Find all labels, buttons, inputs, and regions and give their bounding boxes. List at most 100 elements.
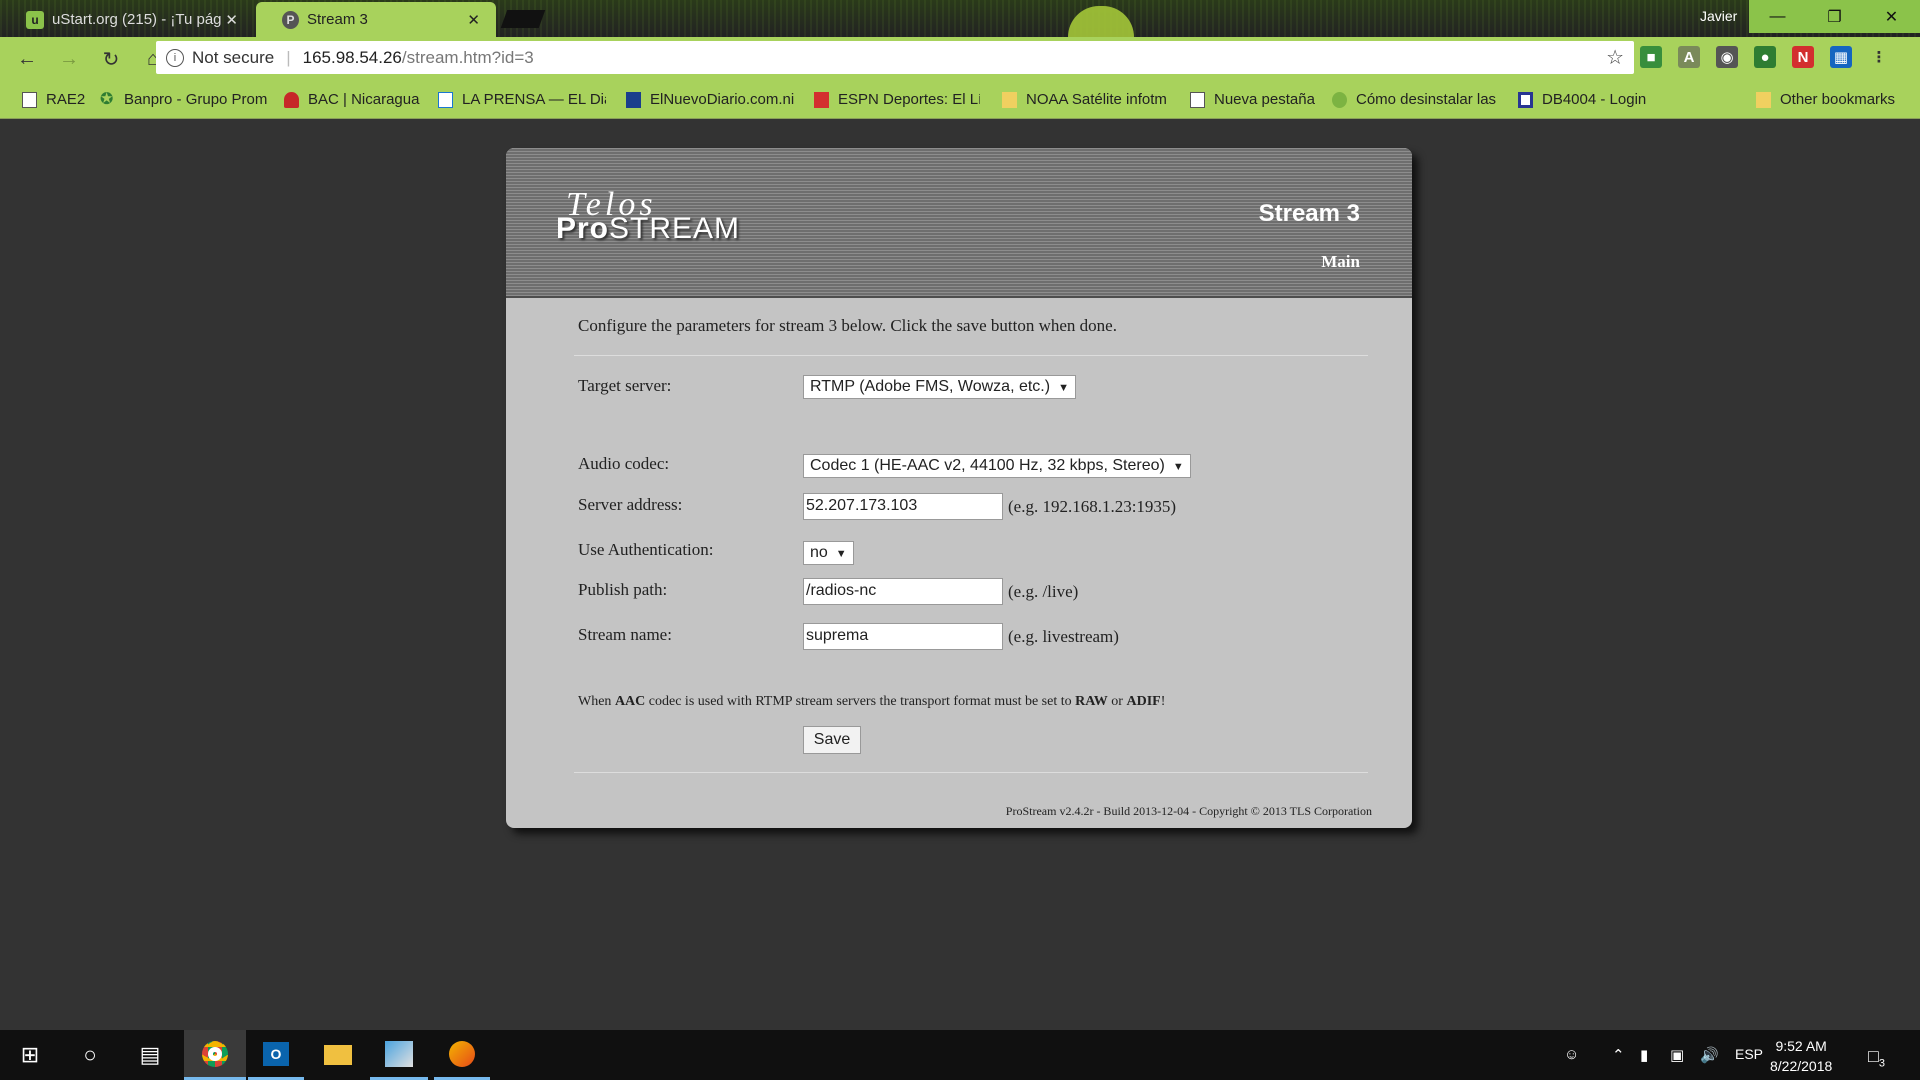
bookmark-bac[interactable]: BAC | Nicaragua <box>284 91 422 108</box>
note-bold: AAC <box>614 694 646 709</box>
bookmark-elnuevodiario[interactable]: ElNuevoDiario.com.ni <box>626 91 798 108</box>
edge-logo <box>449 1040 475 1067</box>
bookmark-label: ESPN Deportes: El Líd <box>838 91 980 108</box>
app-taskbar-icon[interactable] <box>370 1030 428 1080</box>
outlook-logo: O <box>263 1041 289 1066</box>
network-icon[interactable]: ▣ <box>1670 1046 1684 1064</box>
restore-button[interactable]: ❐ <box>1806 0 1863 33</box>
show-hidden-icons-icon[interactable]: ⌃ <box>1612 1046 1625 1064</box>
audio-codec-select[interactable]: Codec 1 (HE-AAC v2, 44100 Hz, 32 kbps, S… <box>803 454 1191 478</box>
edge-taskbar-icon[interactable] <box>434 1030 490 1080</box>
use-authentication-label: Use Authentication: <box>578 540 714 559</box>
divider <box>574 355 1368 356</box>
bookmark-db4004[interactable]: DB4004 - Login <box>1518 91 1668 108</box>
page-icon <box>22 91 37 108</box>
chrome-logo <box>202 1040 228 1067</box>
note-text: codec is used with RTMP stream servers t… <box>645 694 1076 709</box>
header-banner: Telos ProSTREAM Stream 3 Main <box>506 148 1412 298</box>
divider <box>574 772 1368 773</box>
security-status: Not secure <box>192 47 275 67</box>
app-icon <box>385 1040 413 1067</box>
page-title: Stream 3 <box>1258 200 1360 227</box>
stream-name-label: Stream name: <box>578 625 672 644</box>
menu-icon[interactable]: ⋮ <box>1868 46 1890 68</box>
note-text: ! <box>1160 694 1166 709</box>
bookmark-noaa[interactable]: NOAA Satélite infotm <box>1002 91 1172 108</box>
tab-title: Stream 3 <box>306 11 368 28</box>
banpro-icon: ✪ <box>100 91 114 108</box>
la-prensa-icon <box>438 91 453 108</box>
back-icon[interactable]: ← <box>12 48 42 71</box>
divider: | <box>286 47 291 67</box>
prostream-panel: Telos ProSTREAM Stream 3 Main Configure … <box>506 148 1412 828</box>
extension-icon[interactable]: A <box>1678 46 1700 68</box>
info-icon[interactable]: i <box>166 48 184 67</box>
bookmark-banpro[interactable]: ✪ Banpro - Grupo Prom <box>100 91 268 108</box>
page-content: Telos ProSTREAM Stream 3 Main Configure … <box>0 120 1920 1030</box>
bookmark-label: NOAA Satélite infotm <box>1026 91 1167 108</box>
bookmark-espn[interactable]: ESPN Deportes: El Líd <box>814 91 980 108</box>
dropdown-arrow-icon: ▼ <box>1172 461 1184 473</box>
tab-stream-3[interactable]: P Stream 3 ✕ <box>256 2 496 37</box>
extension-icon[interactable]: ◉ <box>1716 46 1738 68</box>
file-explorer-icon[interactable] <box>310 1030 366 1080</box>
extension-icon[interactable]: ■ <box>1640 46 1662 68</box>
footer-copyright: ProStream v2.4.2r - Build 2013-12-04 - C… <box>1005 804 1372 818</box>
battery-icon[interactable]: ▮ <box>1640 1046 1648 1064</box>
server-address-input[interactable]: 52.207.173.103 <box>803 493 1003 520</box>
chrome-taskbar-icon[interactable] <box>184 1030 246 1080</box>
tab-ustart[interactable]: u uStart.org (215) - ¡Tu pág ✕ <box>0 2 254 37</box>
bookmark-other[interactable]: Other bookmarks <box>1756 91 1916 108</box>
ustart-favicon-icon: u <box>26 10 44 29</box>
extensions: ■ A ◉ ● N ▦ ⋮ <box>1640 46 1890 68</box>
bookmark-label: BAC | Nicaragua <box>308 91 420 108</box>
db4004-icon <box>1518 91 1533 108</box>
notifications-icon[interactable]: □3 <box>1868 1046 1885 1070</box>
bookmark-la-prensa[interactable]: LA PRENSA — EL Dia <box>438 91 606 108</box>
dropdown-arrow-icon: ▼ <box>1058 382 1069 394</box>
tab-strip: u uStart.org (215) - ¡Tu pág ✕ P Stream … <box>0 0 1920 37</box>
clock[interactable]: 9:52 AM 8/22/2018 <box>1770 1036 1832 1076</box>
reload-icon[interactable]: ↻ <box>96 47 126 72</box>
close-tab-icon[interactable]: ✕ <box>225 11 238 29</box>
task-view-icon[interactable]: ▤ <box>122 1030 178 1080</box>
stream-name-input[interactable]: suprema <box>803 623 1003 650</box>
minimize-button[interactable]: — <box>1749 0 1806 33</box>
use-authentication-select[interactable]: no ▼ <box>803 541 854 565</box>
clock-time: 9:52 AM <box>1775 1038 1827 1054</box>
volume-icon[interactable]: 🔊 <box>1700 1046 1719 1064</box>
main-link[interactable]: Main <box>1321 252 1360 272</box>
bookmark-rae2[interactable]: RAE2 <box>22 91 88 108</box>
close-tab-icon[interactable]: ✕ <box>467 11 480 29</box>
folder-icon <box>324 1045 352 1065</box>
bookmark-star-icon[interactable]: ☆ <box>1606 45 1624 70</box>
windows-start-icon[interactable]: ⊞ <box>2 1030 58 1080</box>
publish-path-input[interactable]: /radios-nc <box>803 578 1003 605</box>
address-bar[interactable]: i Not secure | 165.98.54.26 /stream.htm?… <box>156 41 1634 74</box>
target-server-label: Target server: <box>578 376 672 395</box>
server-address-hint: (e.g. 192.168.1.23:1935) <box>1008 497 1177 516</box>
search-icon[interactable]: ○ <box>62 1030 118 1080</box>
bookmark-label: ElNuevoDiario.com.ni <box>650 91 795 108</box>
extension-icon[interactable]: ● <box>1754 46 1776 68</box>
dropdown-arrow-icon: ▼ <box>835 548 847 560</box>
outlook-taskbar-icon[interactable]: O <box>248 1030 304 1080</box>
forward-icon[interactable]: → <box>54 48 84 71</box>
bookmarks-bar: RAE2 ✪ Banpro - Grupo Prom BAC | Nicaragu… <box>0 82 1920 119</box>
profile-name[interactable]: Javier <box>1700 8 1737 24</box>
logo-prostream: ProSTREAM <box>556 212 740 246</box>
extension-icon[interactable]: N <box>1792 46 1814 68</box>
elnuevodiario-icon <box>626 91 641 108</box>
browser-toolbar: ← → ↻ ⌂ i Not secure | 165.98.54.26 /str… <box>0 37 1920 82</box>
select-value: no <box>810 544 828 561</box>
bookmark-label: Banpro - Grupo Prom <box>124 91 268 108</box>
close-window-button[interactable]: ✕ <box>1863 0 1920 33</box>
new-tab-button[interactable] <box>500 10 546 28</box>
language-indicator[interactable]: ESP <box>1735 1046 1763 1062</box>
target-server-select[interactable]: RTMP (Adobe FMS, Wowza, etc.) ▼ <box>803 375 1076 399</box>
extension-icon[interactable]: ▦ <box>1830 46 1852 68</box>
save-button[interactable]: Save <box>803 726 861 754</box>
bookmark-nueva-pestana[interactable]: Nueva pestaña <box>1190 91 1320 108</box>
people-icon[interactable]: ☺ <box>1564 1046 1579 1063</box>
bookmark-como-desinstalar[interactable]: Cómo desinstalar las <box>1332 91 1500 108</box>
